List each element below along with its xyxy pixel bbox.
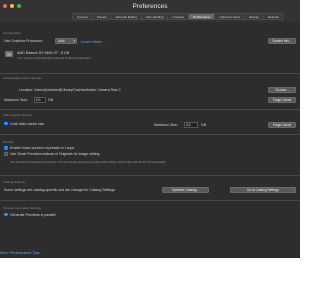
section-label-video-cache: Video Cache Settings xyxy=(3,113,32,117)
limit-video-cache-label: Limit video cache size xyxy=(10,121,45,126)
section-label-camera-raw: Camera Raw xyxy=(3,31,21,35)
tab-performance[interactable]: Performance xyxy=(189,13,216,20)
gpu-name: AMD Radeon RX 6600 XT - 8 GB xyxy=(17,51,70,55)
divider xyxy=(0,175,300,176)
tab-file-handling[interactable]: File Handling xyxy=(141,13,169,20)
video-max-size-input[interactable]: 3.0 xyxy=(184,121,198,128)
section-label-raw-cache: Camera Raw Cache Settings xyxy=(3,76,42,80)
tab-network[interactable]: Network xyxy=(263,13,284,20)
performance-tips-link[interactable]: More Performance Tips... xyxy=(0,251,43,255)
tab-lightroom-sync[interactable]: Lightroom Sync xyxy=(215,13,246,20)
smart-previews-label: Use Smart Previews instead of Originals … xyxy=(10,152,100,156)
cache-location-label: Location: xyxy=(19,88,34,92)
parallel-previews-checkbox[interactable]: ✓ xyxy=(4,212,8,216)
cache-max-size-label: Maximum Size: xyxy=(4,98,28,102)
learn-more-link[interactable]: Learn More... xyxy=(81,39,105,44)
section-label-develop: Develop xyxy=(3,140,15,144)
smart-previews-note: This will allow increased performance, b… xyxy=(10,160,167,164)
gpu-label: Use Graphics Processor: xyxy=(4,39,43,43)
gpu-select-value: Auto xyxy=(58,39,65,43)
video-max-size-unit: GB xyxy=(201,123,207,127)
purge-video-cache-button[interactable]: Purge Cache xyxy=(268,121,296,128)
smart-previews-checkbox[interactable] xyxy=(4,152,8,156)
tab-presets[interactable]: Presets xyxy=(92,13,112,20)
preferences-window: Preferences General Presets External Edi… xyxy=(0,0,300,258)
tab-interface[interactable]: Interface xyxy=(168,13,190,20)
video-max-size-label: Maximum Size: xyxy=(154,123,178,127)
gpu-card-icon xyxy=(5,51,13,57)
section-label-preview-generation: Preview Generation Settings xyxy=(3,206,42,210)
window-title: Preferences xyxy=(132,3,168,10)
tab-external-editing[interactable]: External Editing xyxy=(111,13,142,20)
gpu-select[interactable]: Auto ▾ xyxy=(55,38,77,44)
hover-preview-checkbox[interactable]: ✓ xyxy=(4,145,8,150)
optimize-catalog-button[interactable]: Optimize Catalog... xyxy=(162,187,209,193)
cache-max-size-unit: GB xyxy=(48,98,54,102)
choose-cache-location-button[interactable]: Choose... xyxy=(268,87,296,93)
limit-video-cache-checkbox[interactable]: ✓ xyxy=(4,121,8,125)
divider xyxy=(0,73,300,74)
tab-display[interactable]: Display xyxy=(245,13,264,20)
section-label-catalog: Catalog Settings xyxy=(3,180,26,184)
cache-max-size-input[interactable]: 5.0 xyxy=(34,96,46,103)
system-info-button[interactable]: System Info... xyxy=(268,38,296,44)
parallel-previews-label: Generate Previews in parallel xyxy=(10,212,56,217)
tab-general[interactable]: General xyxy=(72,13,93,20)
purge-raw-cache-button[interactable]: Purge Cache xyxy=(268,96,296,103)
cache-location-path: /Users/[redacted]/Library/Caches/Adobe C… xyxy=(34,88,121,92)
divider xyxy=(0,109,300,110)
hover-preview-label: Enable hover preview of presets in Loupe xyxy=(10,146,75,150)
divider xyxy=(0,200,300,201)
title-bar: Preferences General Presets External Edi… xyxy=(0,0,300,22)
preferences-tabs: General Presets External Editing File Ha… xyxy=(72,13,284,20)
go-to-catalog-settings-button[interactable]: Go to Catalog Settings xyxy=(230,187,296,193)
gpu-support-note: Your system automatically supports limit… xyxy=(17,56,92,60)
divider xyxy=(0,134,300,135)
chevron-down-icon: ▾ xyxy=(73,39,75,43)
catalog-settings-note: Some settings are catalog-specific and a… xyxy=(4,188,116,192)
